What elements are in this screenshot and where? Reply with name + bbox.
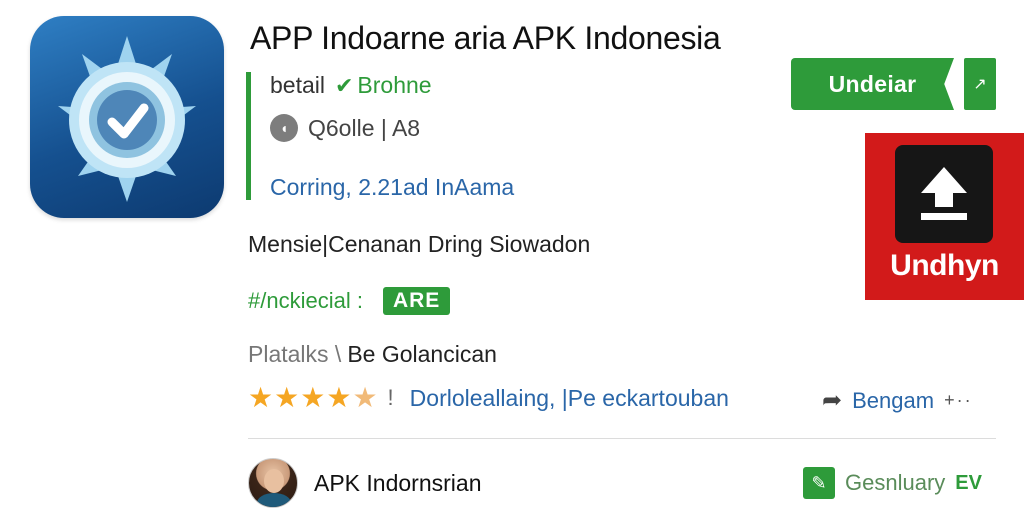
detail-row: betail ✔ Brohne (270, 72, 432, 99)
accent-bar (246, 72, 251, 200)
circle-icon: ◖ (270, 114, 298, 142)
star-icon: ★ (326, 382, 352, 413)
app-icon (30, 16, 224, 218)
star-icon: ★ (248, 382, 274, 413)
genre-suffix: EV (955, 471, 982, 494)
platform-label: Platalks \ (248, 341, 342, 367)
rating-link[interactable]: Dorloleallaing, |Pe eckartouban (410, 385, 729, 412)
detail-label: betail (270, 72, 325, 98)
meta-row: ◖ Q6olle | A8 (270, 114, 420, 142)
rating-row: ★ ★ ★ ★ ★ ! Dorloleallaing, |Pe eckartou… (248, 384, 729, 412)
shield-check-icon (58, 36, 196, 202)
category-row: #/nckiecial : ARE (248, 287, 451, 315)
author-name[interactable]: APK Indornsrian (314, 470, 481, 497)
share-row[interactable]: ➦ Bengam +·· (822, 386, 973, 415)
platform-value: Be Golancican (347, 341, 497, 367)
avatar[interactable] (248, 458, 298, 508)
share-arrow-icon[interactable]: ➦ (822, 386, 842, 415)
rating-separator: ! (387, 385, 394, 410)
install-button[interactable]: Undeiar (791, 58, 954, 110)
upload-arrow-icon (895, 145, 993, 243)
detail-tag-label: Brohne (357, 72, 432, 98)
category-badge[interactable]: ARE (382, 287, 451, 315)
detail-tag[interactable]: ✔ Brohne (335, 72, 432, 99)
star-icon: ★ (274, 382, 300, 413)
page-title: APP Indoarne aria APK Indonesia (250, 20, 721, 56)
more-icon[interactable]: +·· (944, 390, 973, 411)
download-label: Undhyn (890, 249, 999, 282)
category-label: #/nckiecial : (248, 288, 363, 313)
check-badge-icon: ✔ (334, 72, 354, 98)
genre-row[interactable]: ✎ Gesnluary EV (803, 467, 982, 499)
platform-row: Platalks \ Be Golancican (248, 341, 497, 368)
divider (248, 438, 996, 439)
genre-label[interactable]: Gesnluary (845, 470, 945, 496)
star-icon: ★ (300, 382, 326, 413)
rating-stars: ★ ★ ★ ★ ★ (248, 384, 378, 412)
app-description: Mensie|Cenanan Dring Siowadon (248, 231, 591, 257)
star-half-icon: ★ (352, 382, 378, 413)
download-button[interactable]: Undhyn (865, 133, 1024, 300)
edit-badge-icon[interactable]: ✎ (803, 467, 835, 499)
meta-text: Q6olle | A8 (308, 114, 421, 141)
share-label[interactable]: Bengam (852, 388, 934, 414)
version-link[interactable]: Corring, 2.21ad InAama (270, 174, 514, 201)
author-row[interactable]: APK Indornsrian (248, 458, 481, 508)
install-more-button[interactable]: ↗ (964, 58, 996, 110)
